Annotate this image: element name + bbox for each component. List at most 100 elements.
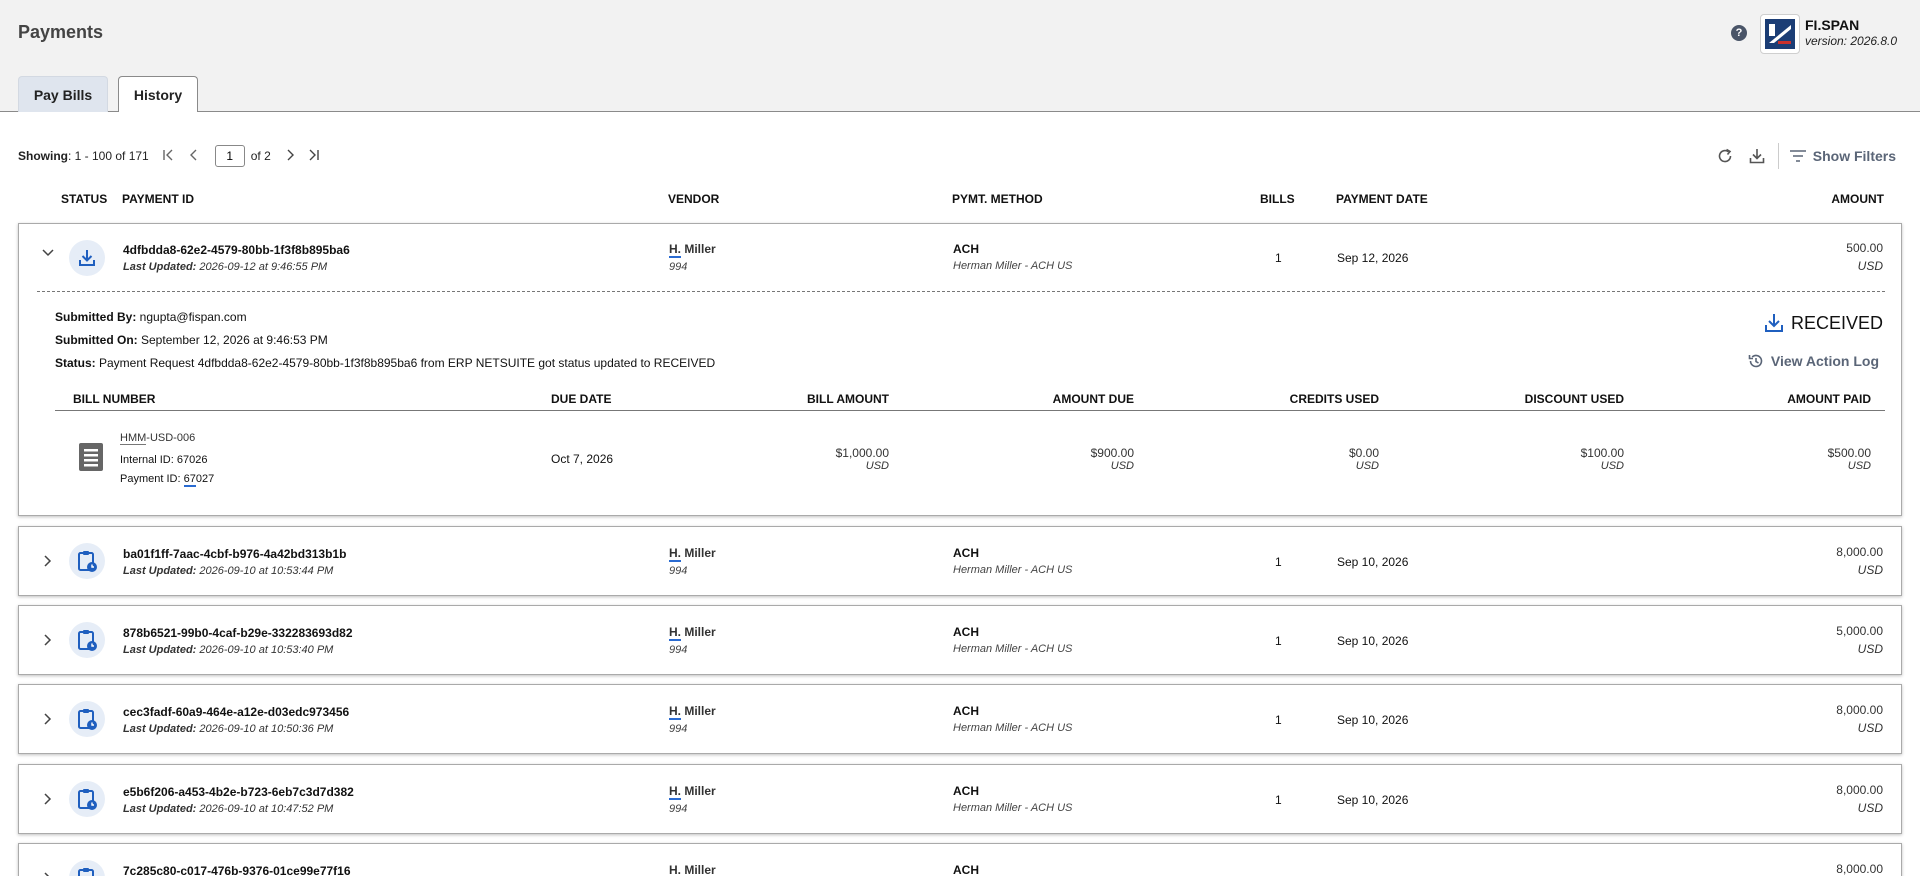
payment-id[interactable]: 7c285c80-c017-476b-9376-01ce99e77f16 — [123, 864, 351, 876]
history-icon — [1748, 354, 1763, 368]
view-action-log-button[interactable]: View Action Log — [1747, 352, 1879, 370]
bill-credits: $0.00 — [1348, 446, 1379, 460]
vendor-name[interactable]: H. Miller — [669, 546, 716, 562]
payment-method-detail: Herman Miller - ACH US — [953, 802, 1073, 814]
vendor-abbr: H. — [669, 242, 681, 258]
chevron-right-icon[interactable] — [41, 871, 55, 876]
brand-name: FI.SPAN — [1805, 17, 1860, 33]
chevron-right-icon[interactable] — [41, 633, 55, 647]
bill-payment-id-label: Payment ID: — [120, 473, 184, 485]
last-page-icon[interactable] — [307, 148, 321, 165]
payment-card[interactable]: cec3fadf-60a9-464e-a12e-d03edc973456 Las… — [18, 684, 1902, 754]
payment-method-detail: Herman Miller - ACH US — [953, 260, 1073, 272]
vendor-code: 994 — [669, 261, 688, 273]
col-method[interactable]: PYMT. METHOD — [952, 192, 1043, 206]
payment-card[interactable]: ba01f1ff-7aac-4cbf-b976-4a42bd313b1b Las… — [18, 526, 1902, 596]
chevron-down-icon[interactable] — [41, 246, 55, 260]
bills-count: 1 — [1275, 713, 1282, 727]
vendor-rest: Miller — [681, 863, 716, 876]
bill-number-rest: -USD-006 — [146, 432, 196, 444]
payment-card[interactable]: 4dfbdda8-62e2-4579-80bb-1f3f8b895ba6 Las… — [18, 223, 1902, 516]
download-icon[interactable] — [1746, 145, 1768, 167]
vendor-abbr: H. — [669, 863, 681, 876]
payment-id[interactable]: 878b6521-99b0-4caf-b29e-332283693d82 — [123, 626, 353, 640]
refresh-icon[interactable] — [1714, 145, 1736, 167]
bill-header-divider — [55, 410, 1885, 411]
chevron-right-icon[interactable] — [41, 712, 55, 726]
show-filters-button[interactable]: Show Filters — [1789, 148, 1896, 164]
payment-date: Sep 10, 2026 — [1337, 555, 1409, 569]
payment-id[interactable]: 4dfbdda8-62e2-4579-80bb-1f3f8b895ba6 — [123, 243, 350, 257]
bill-amount-currency: USD — [865, 460, 889, 472]
prev-page-icon[interactable] — [187, 148, 201, 165]
bill-discount: $100.00 — [1580, 446, 1624, 460]
payment-card[interactable]: 878b6521-99b0-4caf-b29e-332283693d82 Las… — [18, 605, 1902, 675]
payment-date: Sep 10, 2026 — [1337, 713, 1409, 727]
payment-method-detail: Herman Miller - ACH US — [953, 564, 1073, 576]
vendor-abbr: H. — [669, 784, 681, 800]
vendor-name[interactable]: H. Miller — [669, 625, 716, 641]
bills-count: 1 — [1275, 555, 1282, 569]
last-updated-label: Last Updated: — [123, 644, 197, 656]
page-count: of 2 — [250, 149, 271, 163]
payment-amount: 8,000.00 — [1836, 545, 1883, 559]
bill-col-number: BILL NUMBER — [73, 392, 156, 406]
next-page-icon[interactable] — [283, 148, 297, 165]
bill-internal-id: Internal ID: 67026 — [120, 454, 208, 466]
payment-method: ACH — [953, 784, 979, 798]
vendor-code: 994 — [669, 803, 688, 815]
tab-pay-bills[interactable]: Pay Bills — [18, 76, 108, 112]
col-payment-date[interactable]: PAYMENT DATE — [1336, 192, 1428, 206]
tab-history[interactable]: History — [118, 76, 198, 113]
filter-icon — [1789, 150, 1806, 162]
fispan-logo-icon — [1765, 19, 1795, 49]
first-page-icon[interactable] — [161, 148, 175, 165]
last-updated-label: Last Updated: — [123, 261, 197, 273]
bill-document-icon — [77, 442, 105, 472]
payment-currency: USD — [1857, 259, 1883, 273]
status-clipboard-clock-icon — [69, 860, 105, 876]
payment-currency: USD — [1857, 801, 1883, 815]
col-payment-id[interactable]: PAYMENT ID — [122, 192, 194, 206]
payment-id[interactable]: ba01f1ff-7aac-4cbf-b976-4a42bd313b1b — [123, 547, 346, 561]
bill-number[interactable]: HMM-USD-006 — [120, 432, 196, 445]
col-bills[interactable]: BILLS — [1260, 192, 1295, 206]
col-status: STATUS — [61, 192, 108, 206]
chevron-right-icon[interactable] — [41, 554, 55, 568]
bill-amount: $1,000.00 — [835, 446, 889, 460]
payment-id[interactable]: cec3fadf-60a9-464e-a12e-d03edc973456 — [123, 705, 349, 719]
col-vendor[interactable]: VENDOR — [668, 192, 719, 206]
bill-discount-currency: USD — [1600, 460, 1624, 472]
status-label: Status: — [55, 356, 96, 370]
bill-credits-currency: USD — [1355, 460, 1379, 472]
vendor-name[interactable]: H. Miller — [669, 242, 716, 258]
payment-currency: USD — [1857, 563, 1883, 577]
vendor-name[interactable]: H. Miller — [669, 863, 716, 876]
payment-amount: 8,000.00 — [1836, 783, 1883, 797]
vendor-name[interactable]: H. Miller — [669, 704, 716, 720]
payment-card[interactable]: e5b6f206-a453-4b2e-b723-6eb7c3d7d382 Las… — [18, 764, 1902, 834]
vendor-rest: Miller — [681, 704, 716, 718]
received-download-icon — [1764, 314, 1783, 332]
last-updated-value: 2026-09-10 at 10:53:40 PM — [196, 644, 334, 656]
payment-amount: 8,000.00 — [1836, 703, 1883, 717]
page-number-input[interactable] — [214, 145, 245, 167]
vendor-abbr: H. — [669, 704, 681, 720]
vendor-rest: Miller — [681, 242, 716, 256]
submitted-on: Submitted On: September 12, 2026 at 9:46… — [55, 333, 328, 347]
help-icon[interactable]: ? — [1731, 25, 1747, 41]
payment-card[interactable]: 7c285c80-c017-476b-9376-01ce99e77f16 H. … — [18, 843, 1902, 876]
last-updated: Last Updated: 2026-09-12 at 9:46:55 PM — [123, 261, 327, 273]
payment-amount: 500.00 — [1846, 241, 1883, 255]
bills-count: 1 — [1275, 793, 1282, 807]
last-updated-value: 2026-09-10 at 10:50:36 PM — [196, 723, 334, 735]
payment-method: ACH — [953, 546, 979, 560]
chevron-right-icon[interactable] — [41, 792, 55, 806]
vendor-name[interactable]: H. Miller — [669, 784, 716, 800]
payment-id[interactable]: e5b6f206-a453-4b2e-b723-6eb7c3d7d382 — [123, 785, 354, 799]
status-clipboard-clock-icon — [69, 622, 105, 658]
bill-payment-id-prefix: 67 — [183, 473, 196, 487]
submitted-by-value: ngupta@fispan.com — [136, 310, 247, 324]
col-amount[interactable]: AMOUNT — [1831, 192, 1884, 206]
status-badge: RECEIVED — [1763, 312, 1883, 334]
